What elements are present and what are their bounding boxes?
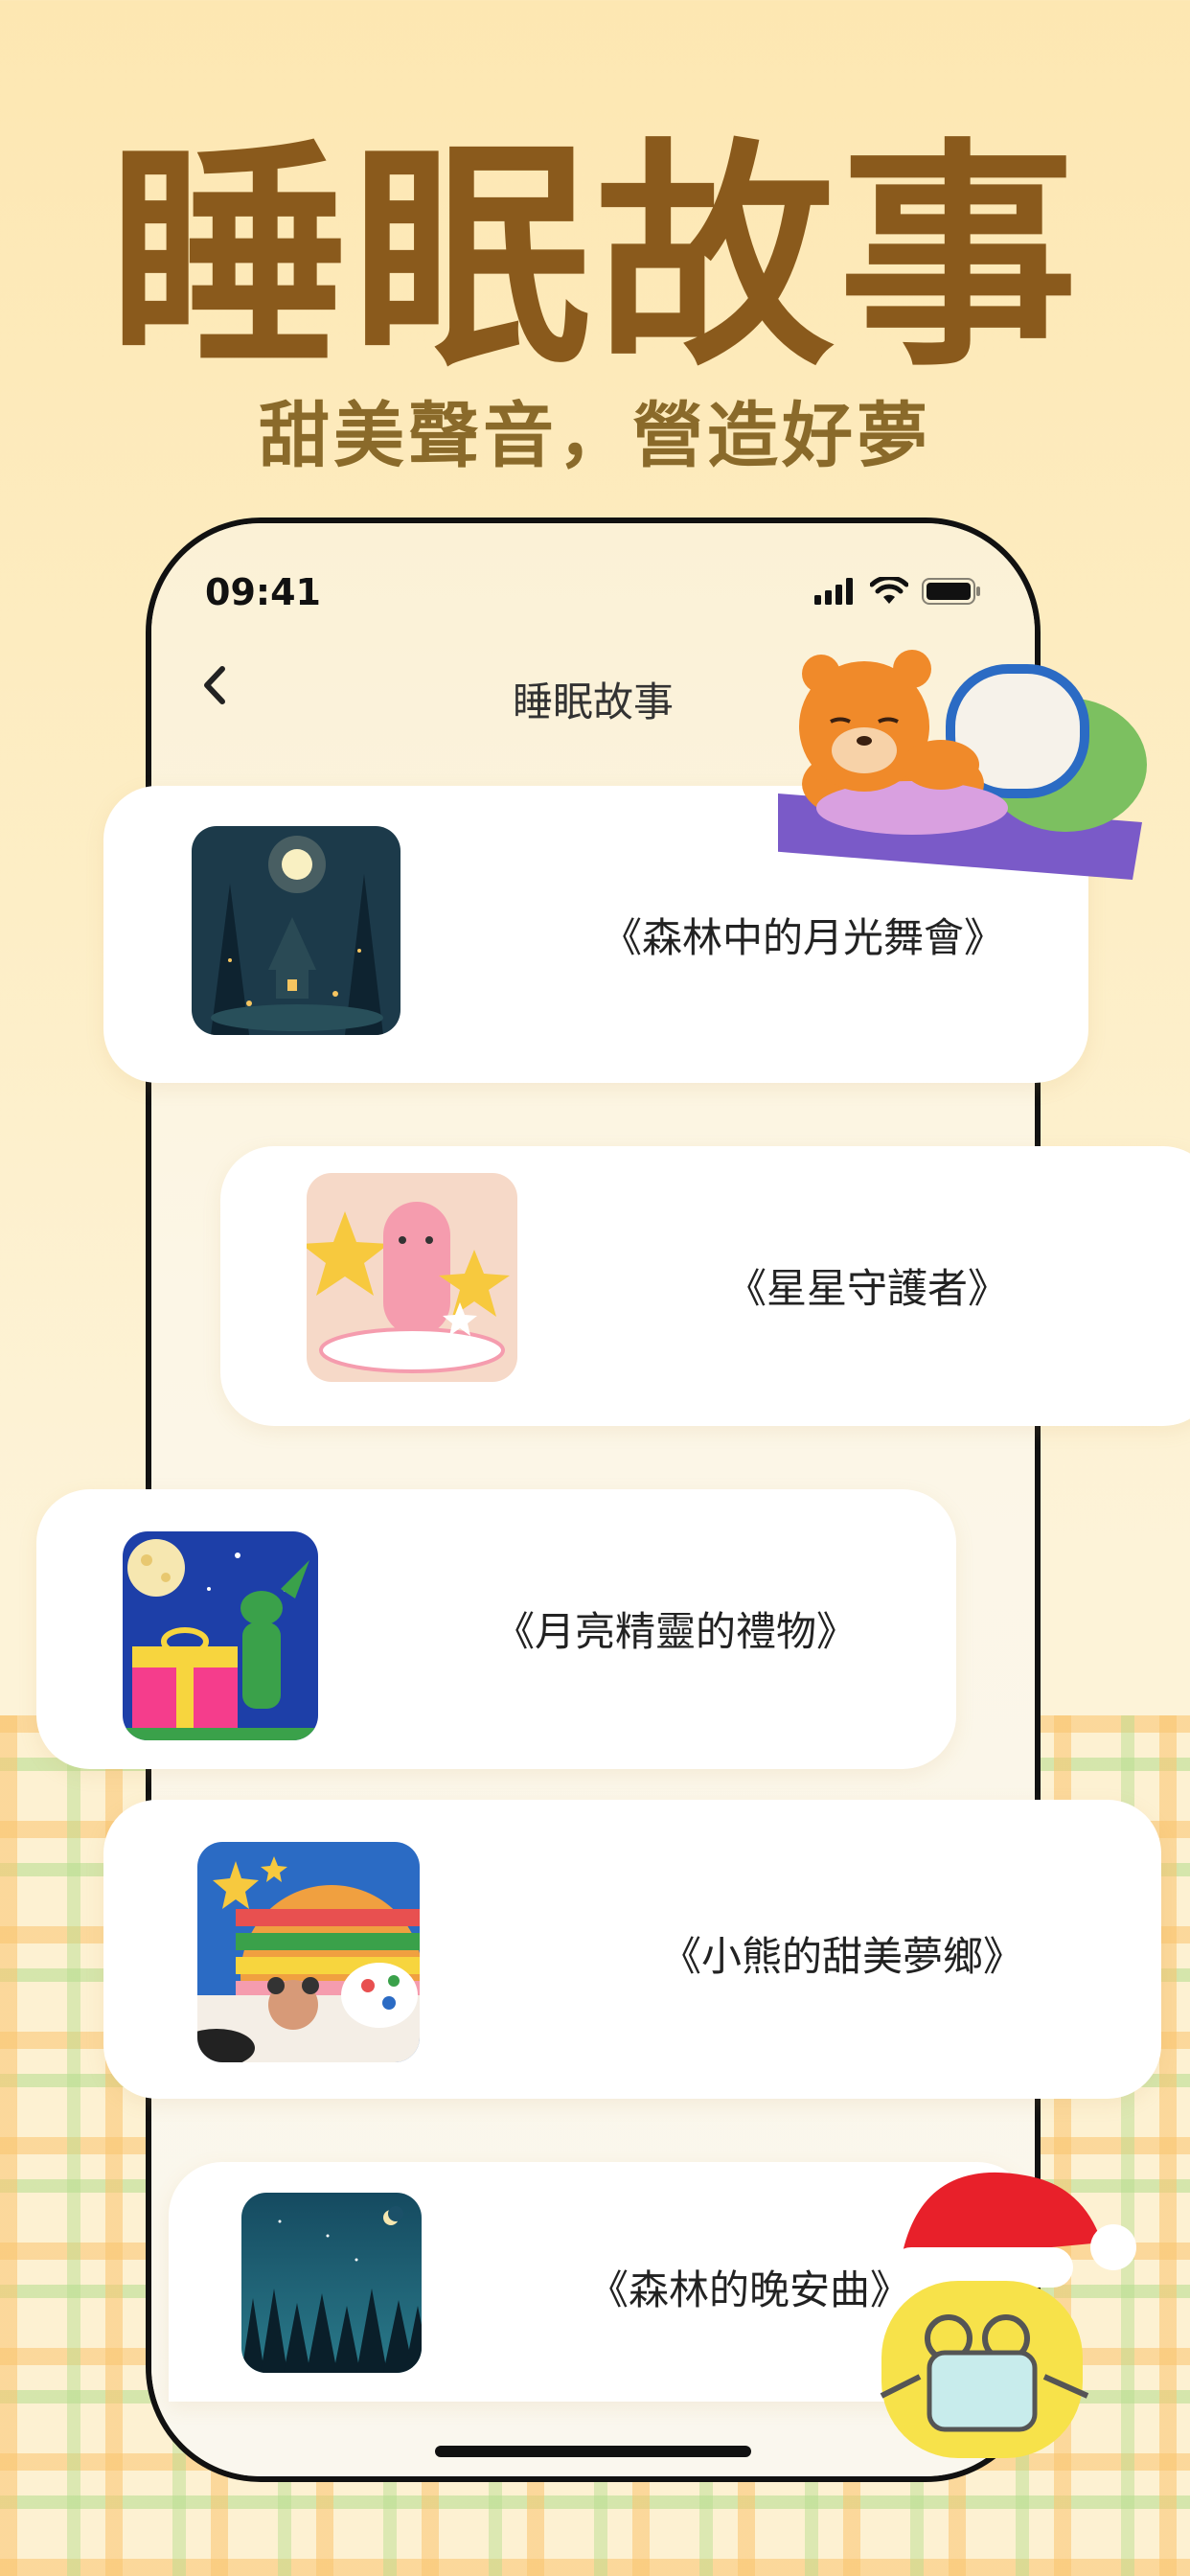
battery-icon	[922, 578, 980, 605]
status-time: 09:41	[205, 571, 321, 613]
moonlit-forest-illustration	[192, 826, 400, 1035]
wifi-icon	[870, 577, 908, 604]
signal-icon	[814, 578, 853, 605]
story-card[interactable]: 《星星守護者》	[220, 1146, 1190, 1426]
sleeping-bear-illustration	[768, 640, 1152, 889]
story-title: 《月亮精靈的禮物》	[494, 1608, 858, 1655]
story-title: 《小熊的甜美夢鄉》	[661, 1933, 1024, 1980]
story-title: 《星星守護者》	[726, 1265, 1009, 1312]
story-card[interactable]: 《月亮精靈的禮物》	[36, 1489, 956, 1769]
status-bar: 09:41	[205, 571, 981, 629]
hero-title: 睡眠故事	[108, 119, 1082, 398]
santa-hat-mascot-illustration	[862, 2147, 1150, 2482]
story-card[interactable]: 《小熊的甜美夢鄉》	[103, 1800, 1161, 2099]
bear-rainbow-blanket-illustration	[197, 1842, 420, 2062]
home-indicator[interactable]	[435, 2446, 751, 2457]
moon-elf-gift-illustration	[123, 1531, 318, 1740]
hero-subtitle: 甜美聲音，營造好夢	[259, 395, 931, 477]
pink-creature-stars-illustration	[307, 1173, 517, 1382]
story-title: 《森林中的月光舞會》	[602, 914, 1005, 961]
night-forest-illustration	[241, 2193, 422, 2373]
